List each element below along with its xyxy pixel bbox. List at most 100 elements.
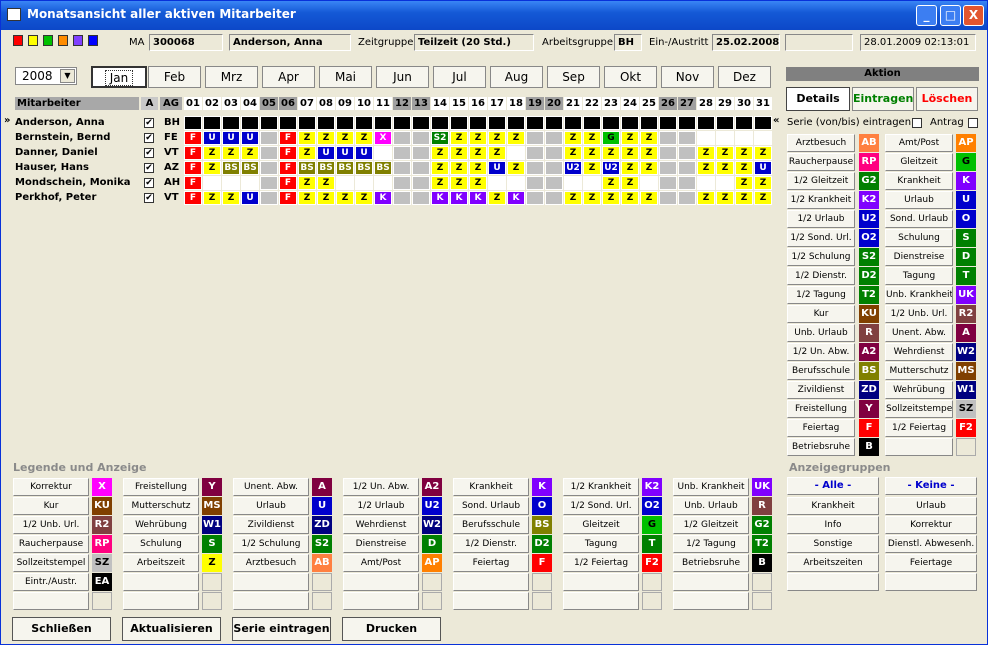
day-cell[interactable]: Z <box>488 146 506 160</box>
day-cell[interactable]: BS <box>355 161 373 175</box>
day-cell[interactable]: F <box>184 176 202 190</box>
aktion-button[interactable]: 1/2 Feiertag <box>885 419 953 437</box>
employee-name[interactable]: Hauser, Hans <box>15 161 139 175</box>
day-cell[interactable] <box>298 116 316 130</box>
color-swatch[interactable] <box>43 35 53 46</box>
day-cell[interactable] <box>545 116 563 130</box>
legend-button[interactable]: Mutterschutz <box>123 497 199 515</box>
eintragen-tab[interactable]: Eintragen <box>852 87 914 111</box>
aktion-button[interactable]: Sollzeitstempel <box>885 400 953 418</box>
day-cell[interactable]: Z <box>640 146 658 160</box>
day-cell[interactable]: Z <box>564 146 582 160</box>
day-cell[interactable] <box>450 116 468 130</box>
day-cell[interactable]: BS <box>222 161 240 175</box>
legend-button[interactable]: Sond. Urlaub <box>453 497 529 515</box>
day-cell[interactable]: Z <box>583 131 601 145</box>
drucken-button[interactable]: Drucken <box>342 617 441 641</box>
legend-button[interactable]: Tagung <box>563 535 639 553</box>
day-cell[interactable]: F <box>184 191 202 205</box>
day-cell[interactable] <box>488 116 506 130</box>
day-cell[interactable]: Z <box>564 131 582 145</box>
day-cell[interactable]: K <box>507 191 525 205</box>
legend-button[interactable] <box>563 592 639 610</box>
day-cell[interactable]: BS <box>241 161 259 175</box>
tab-month[interactable]: Nov <box>661 66 714 88</box>
aktion-button[interactable]: Krankheit <box>885 172 953 190</box>
legend-button[interactable]: 1/2 Unb. Url. <box>13 516 89 534</box>
day-cell[interactable]: Z <box>450 146 468 160</box>
group-button[interactable]: Sonstige <box>787 535 879 553</box>
legend-button[interactable]: Wehrübung <box>123 516 199 534</box>
day-cell[interactable] <box>526 131 544 145</box>
day-cell[interactable] <box>545 146 563 160</box>
day-cell[interactable]: F <box>279 191 297 205</box>
tab-month[interactable]: Mrz <box>205 66 258 88</box>
day-cell[interactable] <box>222 116 240 130</box>
group-button[interactable]: Arbeitszeiten <box>787 554 879 572</box>
aktion-button[interactable]: 1/2 Urlaub <box>787 210 855 228</box>
legend-button[interactable]: Kur <box>13 497 89 515</box>
legend-button[interactable]: Berufsschule <box>453 516 529 534</box>
day-cell[interactable] <box>260 131 278 145</box>
active-checkbox[interactable]: ✔ <box>144 148 154 158</box>
day-cell[interactable] <box>545 161 563 175</box>
day-cell[interactable] <box>374 116 392 130</box>
loeschen-tab[interactable]: Löschen <box>916 87 978 111</box>
group-button[interactable]: Urlaub <box>885 497 977 515</box>
day-cell[interactable] <box>735 131 753 145</box>
day-cell[interactable] <box>260 176 278 190</box>
aktion-button[interactable]: Kur <box>787 305 855 323</box>
aktion-button[interactable]: Tagung <box>885 267 953 285</box>
legend-button[interactable]: 1/2 Un. Abw. <box>343 478 419 496</box>
day-cell[interactable] <box>526 146 544 160</box>
day-cell[interactable] <box>431 116 449 130</box>
aktion-button[interactable]: Sond. Urlaub <box>885 210 953 228</box>
day-cell[interactable]: Z <box>203 146 221 160</box>
day-cell[interactable] <box>735 116 753 130</box>
day-cell[interactable]: F <box>184 146 202 160</box>
day-cell[interactable] <box>678 116 696 130</box>
day-cell[interactable] <box>203 176 221 190</box>
day-cell[interactable]: Z <box>583 191 601 205</box>
legend-button[interactable] <box>13 592 89 610</box>
tab-month[interactable]: Sep <box>547 66 600 88</box>
day-cell[interactable] <box>659 176 677 190</box>
minimize-button[interactable]: _ <box>916 5 937 26</box>
day-cell[interactable]: Z <box>640 161 658 175</box>
aktion-button[interactable]: 1/2 Sond. Url. <box>787 229 855 247</box>
day-cell[interactable]: BS <box>298 161 316 175</box>
day-cell[interactable] <box>374 176 392 190</box>
day-cell[interactable]: Z <box>735 146 753 160</box>
aktion-button[interactable]: 1/2 Unb. Url. <box>885 305 953 323</box>
group-button[interactable]: Korrektur <box>885 516 977 534</box>
day-cell[interactable] <box>526 176 544 190</box>
day-cell[interactable]: Z <box>621 176 639 190</box>
aktion-button[interactable]: Freistellung <box>787 400 855 418</box>
day-cell[interactable]: Z <box>222 146 240 160</box>
day-cell[interactable]: Z <box>754 176 772 190</box>
day-cell[interactable]: Z <box>469 176 487 190</box>
day-cell[interactable]: Z <box>507 131 525 145</box>
day-cell[interactable]: U <box>336 146 354 160</box>
day-cell[interactable] <box>393 191 411 205</box>
legend-button[interactable] <box>673 573 749 591</box>
day-cell[interactable] <box>678 146 696 160</box>
aktion-button[interactable]: Dienstreise <box>885 248 953 266</box>
day-cell[interactable]: U <box>754 161 772 175</box>
day-cell[interactable] <box>393 176 411 190</box>
day-cell[interactable]: Z <box>621 146 639 160</box>
day-cell[interactable]: Z <box>469 161 487 175</box>
aktion-button[interactable]: Raucherpause <box>787 153 855 171</box>
color-swatch[interactable] <box>28 35 38 46</box>
day-cell[interactable]: Z <box>735 176 753 190</box>
tab-month[interactable]: Feb <box>148 66 201 88</box>
day-cell[interactable]: BS <box>317 161 335 175</box>
aktion-button[interactable]: Urlaub <box>885 191 953 209</box>
day-cell[interactable] <box>678 131 696 145</box>
day-cell[interactable] <box>412 146 430 160</box>
group-button[interactable] <box>885 573 977 591</box>
legend-button[interactable]: Gleitzeit <box>563 516 639 534</box>
maximize-button[interactable]: □ <box>940 5 961 26</box>
legend-button[interactable]: 1/2 Dienstr. <box>453 535 529 553</box>
day-cell[interactable] <box>260 116 278 130</box>
